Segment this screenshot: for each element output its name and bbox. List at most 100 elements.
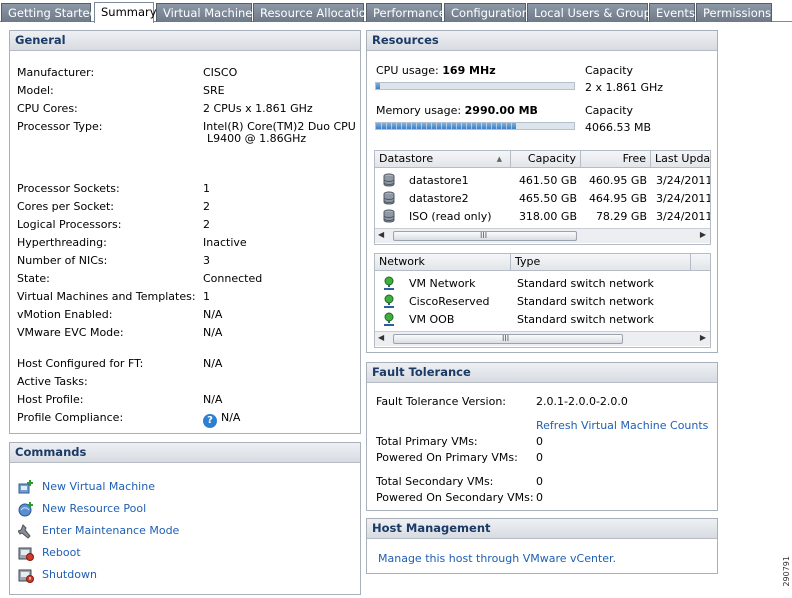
datastore-row[interactable]: datastore1 461.50 GB 460.95 GB 3/24/2011: [375, 172, 710, 190]
ft-value: 0: [536, 435, 543, 448]
fault-tolerance-panel: Fault Tolerance Fault Tolerance Version:…: [366, 362, 718, 511]
network-row[interactable]: VM OOB Standard switch network: [375, 311, 710, 329]
datastore-table-header: Datastore ▲ Capacity Free Last Updat: [375, 151, 710, 168]
general-value: Inactive: [203, 236, 247, 249]
scroll-grip-icon: III: [480, 231, 488, 240]
new-vm-link[interactable]: New Virtual Machine: [42, 480, 155, 493]
general-label: Cores per Socket:: [17, 200, 114, 213]
scroll-right-arrow-icon[interactable]: ▶: [700, 333, 706, 342]
host-management-panel: Host Management Manage this host through…: [366, 518, 718, 574]
tab-resource-allocation[interactable]: Resource Allocation: [253, 3, 373, 22]
ft-label: Powered On Secondary VMs:: [376, 491, 534, 504]
tab-performance[interactable]: Performance: [366, 3, 446, 22]
general-value: 2 CPUs x 1.861 GHz: [203, 102, 313, 115]
datastore-free: 78.29 GB: [595, 210, 647, 223]
general-label: CPU Cores:: [17, 102, 78, 115]
bar-segment: [406, 123, 407, 129]
bar-segment: [461, 123, 462, 129]
new-resource-pool-link[interactable]: New Resource Pool: [42, 502, 146, 515]
column-datastore[interactable]: Datastore ▲: [375, 151, 511, 168]
datastore-hscrollbar[interactable]: ◀ III ▶: [375, 228, 710, 243]
bar-segment: [506, 123, 507, 129]
bar-segment: [441, 123, 442, 129]
datastore-icon: [383, 191, 395, 205]
network-scroll-thumb[interactable]: III: [393, 334, 623, 344]
commands-panel: Commands New Virtual Machine New Resourc…: [9, 442, 361, 595]
datastore-free: 460.95 GB: [588, 174, 647, 187]
shutdown-link[interactable]: Shutdown: [42, 568, 97, 581]
network-row[interactable]: CiscoReserved Standard switch network: [375, 293, 710, 311]
general-label: Active Tasks:: [17, 375, 88, 388]
bar-segment: [501, 123, 502, 129]
resources-panel-header: Resources: [367, 31, 717, 51]
maintenance-mode-link[interactable]: Enter Maintenance Mode: [42, 524, 179, 537]
bar-segment: [471, 123, 472, 129]
general-label: Processor Type:: [17, 120, 103, 133]
network-icon: [384, 276, 394, 290]
bar-segment: [431, 123, 432, 129]
general-label: Virtual Machines and Templates:: [17, 290, 196, 303]
scroll-left-arrow-icon[interactable]: ◀: [378, 333, 384, 342]
scroll-right-arrow-icon[interactable]: ▶: [700, 230, 706, 239]
bar-segment: [476, 123, 477, 129]
datastore-row[interactable]: datastore2 465.50 GB 464.95 GB 3/24/2011: [375, 190, 710, 208]
refresh-vm-counts-link[interactable]: Refresh Virtual Machine Counts: [536, 419, 708, 432]
general-value: N/A: [203, 308, 223, 321]
network-type: Standard switch network: [517, 295, 654, 308]
column-free[interactable]: Free: [581, 151, 651, 168]
ft-value: 0: [536, 491, 543, 504]
ft-label: Total Secondary VMs:: [376, 475, 494, 488]
tab-local-users-groups[interactable]: Local Users & Groups: [527, 3, 657, 22]
column-type[interactable]: Type: [511, 254, 691, 271]
bar-segment: [416, 123, 417, 129]
tab-virtual-machines[interactable]: Virtual Machines: [156, 3, 258, 22]
tab-configuration[interactable]: Configuration: [444, 3, 529, 22]
bar-segment: [456, 123, 457, 129]
ft-version-label: Fault Tolerance Version:: [376, 395, 507, 408]
column-last-updated[interactable]: Last Updat: [651, 151, 710, 168]
bar-segment: [426, 123, 427, 129]
shutdown-icon: [18, 569, 34, 583]
bar-segment: [421, 123, 422, 129]
memory-capacity-value: 4066.53 MB: [585, 121, 652, 134]
datastore-row[interactable]: ISO (read only) 318.00 GB 78.29 GB 3/24/201…: [375, 208, 711, 226]
bar-segment: [381, 123, 382, 129]
column-capacity[interactable]: Capacity: [511, 151, 581, 168]
general-label: Profile Compliance:: [17, 411, 124, 424]
datastore-updated: 3/24/2011: [656, 210, 711, 223]
tab-permissions[interactable]: Permissions: [696, 3, 772, 22]
reboot-link[interactable]: Reboot: [42, 546, 81, 559]
ft-value: 0: [536, 475, 543, 488]
tab-events[interactable]: Events: [649, 3, 695, 22]
general-label: Host Profile:: [17, 393, 84, 406]
scroll-left-arrow-icon[interactable]: ◀: [378, 230, 384, 239]
general-value: 1: [203, 182, 210, 195]
tab-summary[interactable]: Summary: [94, 2, 157, 23]
datastore-scroll-thumb[interactable]: III: [393, 231, 577, 241]
general-value: 2: [203, 200, 210, 213]
general-value: N/A: [203, 393, 223, 406]
cpu-capacity-value: 2 x 1.861 GHz: [585, 81, 664, 94]
ft-version-value: 2.0.1-2.0.0-2.0.0: [536, 395, 628, 408]
column-network[interactable]: Network: [375, 254, 511, 271]
bar-segment: [446, 123, 447, 129]
bar-segment: [466, 123, 467, 129]
bar-segment: [386, 123, 387, 129]
datastore-icon: [383, 209, 395, 223]
general-value: N/A: [203, 326, 223, 339]
general-value: SRE: [203, 84, 225, 97]
tab-bar: Getting Started Summary Virtual Machines…: [0, 0, 792, 23]
manage-vcenter-link[interactable]: Manage this host through VMware vCenter.: [378, 552, 616, 565]
cpu-usage-label: CPU usage: 169 MHz: [376, 64, 496, 77]
datastore-free: 464.95 GB: [588, 192, 647, 205]
maintenance-icon: [18, 524, 31, 539]
general-value: N/A: [203, 357, 223, 370]
bar-segment: [411, 123, 412, 129]
memory-usage-bar-fill: [376, 123, 516, 129]
network-icon: [384, 312, 394, 326]
tab-getting-started[interactable]: Getting Started: [1, 3, 97, 22]
network-row[interactable]: VM Network Standard switch network: [375, 275, 710, 293]
general-value: 3: [203, 254, 210, 267]
network-hscrollbar[interactable]: ◀ III ▶: [375, 331, 710, 346]
memory-usage-value: 2990.00 MB: [464, 104, 538, 117]
